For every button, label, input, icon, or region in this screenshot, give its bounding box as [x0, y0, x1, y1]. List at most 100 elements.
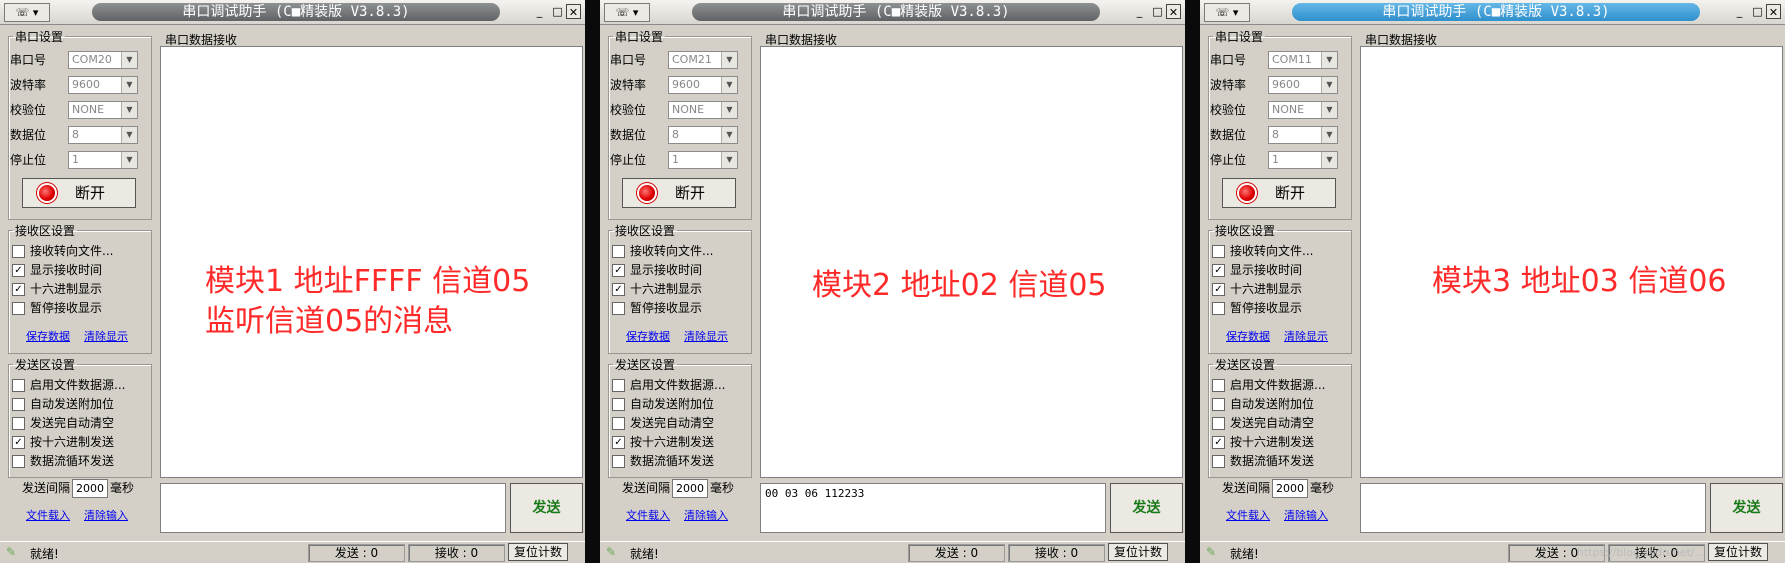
- databits-select[interactable]: 8 ▼: [1268, 126, 1338, 144]
- auto-clear-checkbox[interactable]: 发送完自动清空: [12, 414, 114, 432]
- checkbox-icon[interactable]: ✓: [612, 264, 625, 277]
- clear-display-link[interactable]: 清除显示: [84, 328, 128, 344]
- auto-append-checkbox[interactable]: 自动发送附加位: [612, 395, 714, 413]
- checkbox-icon[interactable]: [1212, 302, 1225, 315]
- checkbox-icon[interactable]: [612, 302, 625, 315]
- disconnect-button[interactable]: 断开: [1222, 178, 1336, 208]
- chevron-down-icon[interactable]: ▼: [121, 152, 137, 168]
- checkbox-icon[interactable]: ✓: [1212, 436, 1225, 449]
- close-icon[interactable]: ✕: [1766, 4, 1781, 19]
- clear-display-link[interactable]: 清除显示: [684, 328, 728, 344]
- checkbox-icon[interactable]: [1212, 379, 1225, 392]
- show-recv-time-checkbox[interactable]: ✓ 显示接收时间: [1212, 261, 1302, 279]
- send-textarea[interactable]: [1360, 483, 1706, 533]
- chevron-down-icon[interactable]: ▼: [121, 102, 137, 118]
- pause-display-checkbox[interactable]: 暂停接收显示: [612, 299, 702, 317]
- checkbox-icon[interactable]: ✓: [12, 283, 25, 296]
- close-icon[interactable]: ✕: [1166, 4, 1181, 19]
- databits-select[interactable]: 8 ▼: [668, 126, 738, 144]
- clear-display-link[interactable]: 清除显示: [1284, 328, 1328, 344]
- port-select[interactable]: COM21 ▼: [668, 51, 738, 69]
- recv-to-file-checkbox[interactable]: 接收转向文件...: [1212, 242, 1313, 260]
- checkbox-icon[interactable]: [1212, 455, 1225, 468]
- minimize-icon[interactable]: _: [532, 4, 547, 19]
- databits-select[interactable]: 8 ▼: [68, 126, 138, 144]
- save-data-link[interactable]: 保存数据: [26, 328, 70, 344]
- hex-send-checkbox[interactable]: ✓ 按十六进制发送: [612, 433, 714, 451]
- loop-send-checkbox[interactable]: 数据流循环发送: [12, 452, 114, 470]
- chevron-down-icon[interactable]: ▼: [721, 77, 737, 93]
- checkbox-icon[interactable]: ✓: [12, 264, 25, 277]
- checkbox-icon[interactable]: ✓: [1212, 264, 1225, 277]
- parity-select[interactable]: NONE ▼: [1268, 101, 1338, 119]
- send-textarea[interactable]: [160, 483, 506, 533]
- auto-clear-checkbox[interactable]: 发送完自动清空: [1212, 414, 1314, 432]
- interval-input[interactable]: 2000: [672, 479, 709, 498]
- parity-select[interactable]: NONE ▼: [68, 101, 138, 119]
- stopbits-select[interactable]: 1 ▼: [668, 151, 738, 169]
- send-button[interactable]: 发送: [1110, 483, 1183, 533]
- checkbox-icon[interactable]: [612, 398, 625, 411]
- send-button[interactable]: 发送: [1710, 483, 1783, 533]
- chevron-down-icon[interactable]: ▼: [721, 127, 737, 143]
- chevron-down-icon[interactable]: ▼: [121, 127, 137, 143]
- save-data-link[interactable]: 保存数据: [626, 328, 670, 344]
- auto-clear-checkbox[interactable]: 发送完自动清空: [612, 414, 714, 432]
- system-menu-button[interactable]: ☏ ▾: [4, 3, 50, 22]
- recv-textarea[interactable]: [760, 46, 1183, 478]
- title-bar[interactable]: ☏ ▾ 串口调试助手 (C■精装版 V3.8.3) _ □ ✕: [1200, 0, 1785, 25]
- port-select[interactable]: COM20 ▼: [68, 51, 138, 69]
- hex-send-checkbox[interactable]: ✓ 按十六进制发送: [12, 433, 114, 451]
- minimize-icon[interactable]: _: [1132, 4, 1147, 19]
- file-load-link[interactable]: 文件载入: [626, 507, 670, 523]
- stopbits-select[interactable]: 1 ▼: [1268, 151, 1338, 169]
- reset-count-button[interactable]: 复位计数: [1708, 543, 1768, 561]
- checkbox-icon[interactable]: [12, 245, 25, 258]
- loop-send-checkbox[interactable]: 数据流循环发送: [612, 452, 714, 470]
- port-select[interactable]: COM11 ▼: [1268, 51, 1338, 69]
- baud-select[interactable]: 9600 ▼: [668, 76, 738, 94]
- checkbox-icon[interactable]: [612, 245, 625, 258]
- pause-display-checkbox[interactable]: 暂停接收显示: [12, 299, 102, 317]
- chevron-down-icon[interactable]: ▼: [721, 152, 737, 168]
- chevron-down-icon[interactable]: ▼: [721, 52, 737, 68]
- checkbox-icon[interactable]: [1212, 398, 1225, 411]
- interval-input[interactable]: 2000: [72, 479, 109, 498]
- show-recv-time-checkbox[interactable]: ✓ 显示接收时间: [612, 261, 702, 279]
- checkbox-icon[interactable]: ✓: [612, 283, 625, 296]
- pause-display-checkbox[interactable]: 暂停接收显示: [1212, 299, 1302, 317]
- file-load-link[interactable]: 文件载入: [26, 507, 70, 523]
- chevron-down-icon[interactable]: ▼: [721, 102, 737, 118]
- auto-append-checkbox[interactable]: 自动发送附加位: [12, 395, 114, 413]
- chevron-down-icon[interactable]: ▼: [121, 77, 137, 93]
- checkbox-icon[interactable]: [612, 455, 625, 468]
- loop-send-checkbox[interactable]: 数据流循环发送: [1212, 452, 1314, 470]
- checkbox-icon[interactable]: [12, 417, 25, 430]
- checkbox-icon[interactable]: ✓: [612, 436, 625, 449]
- checkbox-icon[interactable]: [12, 379, 25, 392]
- hex-display-checkbox[interactable]: ✓ 十六进制显示: [612, 280, 702, 298]
- system-menu-button[interactable]: ☏ ▾: [1204, 3, 1250, 22]
- chevron-down-icon[interactable]: ▼: [1321, 102, 1337, 118]
- chevron-down-icon[interactable]: ▼: [121, 52, 137, 68]
- clear-input-link[interactable]: 清除输入: [84, 507, 128, 523]
- checkbox-icon[interactable]: [1212, 417, 1225, 430]
- clear-input-link[interactable]: 清除输入: [684, 507, 728, 523]
- chevron-down-icon[interactable]: ▼: [1321, 77, 1337, 93]
- maximize-icon[interactable]: □: [1150, 4, 1165, 19]
- file-source-checkbox[interactable]: 启用文件数据源...: [1212, 376, 1325, 394]
- close-icon[interactable]: ✕: [566, 4, 581, 19]
- parity-select[interactable]: NONE ▼: [668, 101, 738, 119]
- clear-input-link[interactable]: 清除输入: [1284, 507, 1328, 523]
- chevron-down-icon[interactable]: ▼: [1321, 152, 1337, 168]
- reset-count-button[interactable]: 复位计数: [1108, 543, 1168, 561]
- checkbox-icon[interactable]: ✓: [1212, 283, 1225, 296]
- hex-send-checkbox[interactable]: ✓ 按十六进制发送: [1212, 433, 1314, 451]
- checkbox-icon[interactable]: [612, 417, 625, 430]
- baud-select[interactable]: 9600 ▼: [68, 76, 138, 94]
- recv-to-file-checkbox[interactable]: 接收转向文件...: [12, 242, 113, 260]
- hex-display-checkbox[interactable]: ✓ 十六进制显示: [12, 280, 102, 298]
- send-textarea[interactable]: 00 03 06 112233: [760, 483, 1106, 533]
- maximize-icon[interactable]: □: [550, 4, 565, 19]
- hex-display-checkbox[interactable]: ✓ 十六进制显示: [1212, 280, 1302, 298]
